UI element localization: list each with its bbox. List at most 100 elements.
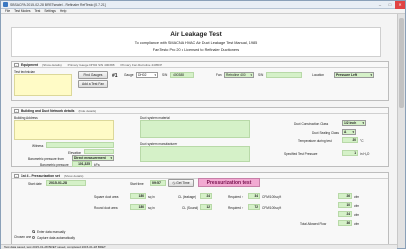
baro-pressure-unit: kPa (94, 163, 100, 167)
baro-pressure-label: Barometric pressure (40, 163, 69, 167)
fan-label: Fan (216, 73, 222, 77)
window-title: SBSACPA 2015-02-28 BRETseatel - Refinale… (10, 2, 106, 7)
main-content: Air Leakage Test To compliance with SMAC… (1, 14, 397, 248)
leakage-label: CL (leakage) (178, 195, 197, 199)
collapse-toggle[interactable]: − (14, 62, 19, 67)
witness-label: Witness (32, 144, 44, 148)
scrollbar-thumb[interactable] (399, 18, 404, 108)
show-details-link[interactable]: (Show details) (64, 174, 84, 178)
location-select[interactable]: Pressure Left ▾ (334, 72, 374, 78)
gauge-select[interactable]: DH02 ▾ (136, 72, 158, 78)
page-title: Air Leakage Test (170, 31, 222, 38)
spec-pressure-field[interactable]: 1 (342, 150, 358, 156)
location-label: Location (312, 73, 325, 77)
temperature-unit: °C (360, 139, 364, 143)
status-bar: Test data saved, test 2015-01-28 BRET sa… (1, 244, 397, 249)
show-details-link[interactable]: (Show details) (42, 63, 62, 67)
square-duct-label: Square duct area (94, 195, 119, 199)
flow3-unit: cfm (354, 213, 360, 217)
total-flow-field[interactable]: 36 (338, 220, 352, 226)
seal-class-label: Duct Sealing Class (312, 131, 339, 135)
manufacturer-field[interactable] (140, 146, 250, 162)
temperature-field[interactable]: 20 (342, 137, 358, 143)
flow1-field[interactable]: 26 (338, 193, 352, 199)
total-flow-label: Total Allowed Flow (300, 222, 327, 226)
fan-sn-field[interactable] (266, 72, 302, 78)
gauge-label: Gauge (124, 73, 134, 77)
mode-label: Chosen one (14, 235, 32, 239)
section-heading: 1st 4 - Pressurization set (21, 173, 60, 178)
close-button[interactable]: ✕ (395, 0, 405, 9)
section-heading: Equipment (21, 62, 39, 67)
title-bar: SBSACPA 2015-02-28 BRETseatel - Refinale… (1, 0, 405, 9)
material-field[interactable] (140, 120, 250, 138)
leakage-field[interactable]: 24 (200, 193, 212, 199)
temperature-label: Temperature during test (298, 139, 332, 143)
clock-icon: ◷ (172, 181, 176, 185)
primary-fan-text: Primary Fan Retroline 4405FP (120, 62, 163, 67)
flow2-field[interactable]: 10 (338, 202, 352, 208)
elevation-field[interactable] (84, 149, 114, 154)
start-time-label: Start time (130, 182, 144, 186)
square-duct-field[interactable]: 180 (130, 193, 146, 199)
flow3-field[interactable]: 24 (338, 211, 352, 217)
app-icon (3, 2, 8, 7)
sn-field[interactable]: 400388 (170, 72, 194, 78)
building-section: − Building and Duct Network details (hid… (11, 107, 389, 167)
menu-test-modes[interactable]: Test Modes (14, 9, 30, 13)
menu-settings[interactable]: Settings (44, 9, 56, 13)
technician-field[interactable] (14, 74, 72, 96)
report-header: Air Leakage Test To compliance with SMAC… (11, 27, 381, 57)
vertical-scrollbar[interactable] (397, 14, 405, 248)
required2-label: Required ↑ (228, 206, 244, 210)
add-fan-button[interactable]: Add a Test Fan (78, 80, 108, 88)
construction-class-label: Duct Construction Class (294, 122, 329, 126)
required2-unit: CFM/100sq ft (262, 206, 282, 210)
auto-capture-label: Capture data automatically (37, 236, 75, 240)
auto-capture-radio[interactable] (32, 236, 35, 239)
required1-label: Required ↑ (228, 195, 244, 199)
seal-class-select[interactable]: A ▾ (342, 129, 356, 135)
primary-gauge-text: Primary Gauge DH02 S/N 400388 (67, 62, 115, 67)
collapse-toggle[interactable]: − (14, 173, 19, 178)
hide-details-link[interactable]: (hide details) (79, 109, 97, 113)
maximize-button[interactable]: □ (385, 1, 395, 9)
square-duct-unit: sq in (148, 195, 155, 199)
ci-label: CL (Sound) (182, 206, 199, 210)
address-field[interactable] (14, 120, 114, 140)
equipment-section: − Equipment (Show details) Primary Gauge… (11, 61, 389, 101)
collapse-toggle[interactable]: − (14, 108, 19, 113)
witness-field[interactable] (46, 142, 114, 148)
menu-test[interactable]: Test (34, 9, 40, 13)
ci-field[interactable]: 12 (200, 204, 212, 210)
total-flow-unit: cfm (354, 222, 360, 226)
start-date-field[interactable]: 2015-01-28 (46, 180, 86, 186)
test-section: − 1st 4 - Pressurization set (Show detai… (11, 172, 389, 248)
get-time-button[interactable]: ◷ Get Time (168, 179, 194, 187)
manual-entry-label: Enter data manually (37, 230, 66, 234)
flow2-unit: cfm (354, 204, 360, 208)
device-number: #1 (112, 73, 118, 79)
spec-pressure-unit: in H₂O (360, 152, 370, 156)
baro-pressure-field[interactable]: 101,325 (72, 161, 92, 167)
menu-help[interactable]: Help (60, 9, 67, 13)
spec-pressure-label: Specified Test Pressure (284, 152, 318, 156)
find-gauges-button[interactable]: Find Gauges (78, 71, 108, 79)
baro-source-label: Barometric pressure from (28, 157, 64, 161)
compliance-line: To compliance with SMACNA HVAC Air Duct … (134, 41, 258, 45)
sn-label: S/N (162, 73, 168, 77)
start-time-field[interactable]: 09:57 (150, 180, 166, 186)
start-date-label: Start date (28, 182, 42, 186)
required2-field[interactable]: 72 (248, 204, 260, 210)
license-line: FanTesto Pro 20 • Licensed to Refinaler … (152, 48, 240, 52)
construction-class-select[interactable]: 1/2 inch ▾ (342, 120, 366, 126)
menu-file[interactable]: File (5, 9, 10, 13)
required1-unit: CFM/100sq ft (262, 195, 282, 199)
round-duct-field[interactable]: 180 (130, 204, 146, 210)
manual-entry-radio[interactable] (32, 230, 35, 233)
minimize-button[interactable]: – (375, 1, 385, 9)
fan-select[interactable]: Retroline 400 ▾ (224, 72, 254, 78)
app-window: SBSACPA 2015-02-28 BRETseatel - Refinale… (0, 0, 406, 249)
section-heading: Building and Duct Network details (21, 108, 75, 113)
required1-field[interactable]: 34 (248, 193, 260, 199)
